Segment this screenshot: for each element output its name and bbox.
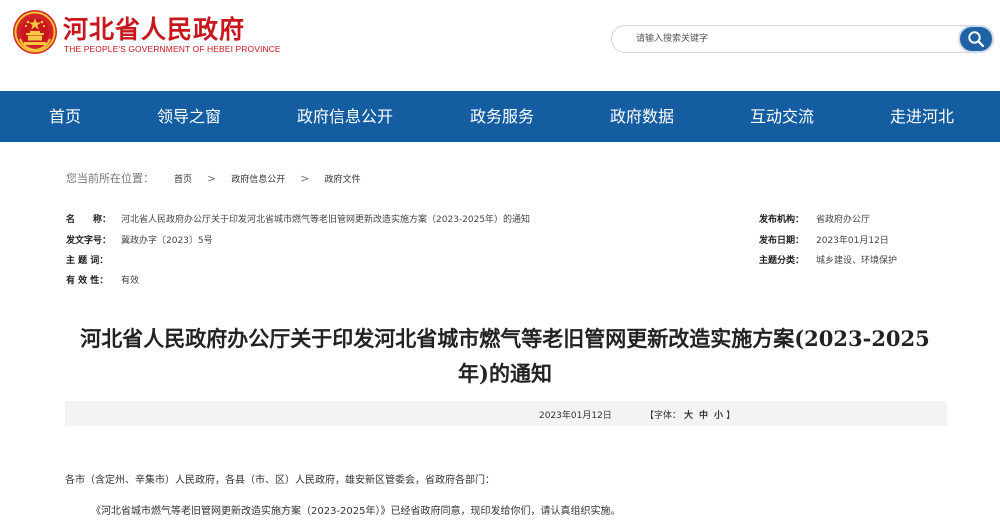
meta-category-row: 主题分类： 城乡建设、环境保护 — [759, 253, 897, 266]
meta-docno-row: 发文字号： 冀政办字〔2023〕5号 — [66, 233, 213, 246]
search-box — [611, 25, 994, 53]
article-paragraph-salutation: 各市（含定州、辛集市）人民政府，各县（市、区）人民政府，雄安新区管委会，省政府各… — [65, 475, 495, 486]
breadcrumb-label: 您当前所在位置： — [66, 172, 154, 185]
article-publish-date: 2023年01月12日 — [539, 411, 612, 421]
meta-docno-key: 发文字号： — [66, 236, 112, 246]
main-nav: 首页 领导之窗 政府信息公开 政务服务 政府数据 互动交流 走进河北 — [0, 91, 1000, 142]
meta-date-row: 发布日期： 2023年01月12日 — [759, 233, 889, 246]
meta-name-key: 名 称： — [66, 215, 112, 225]
site-logo-title[interactable]: 河北省人民政府 — [63, 10, 245, 46]
font-size-small-button[interactable]: 小 — [714, 411, 723, 421]
meta-docno-value: 冀政办字〔2023〕5号 — [121, 236, 213, 246]
breadcrumb-separator: > — [207, 171, 217, 185]
font-size-control: 【字体：大中小】 — [645, 408, 735, 421]
meta-name-value: 河北省人民政府办公厅关于印发河北省城市燃气等老旧管网更新改造实施方案（2023-… — [121, 215, 531, 225]
article-info-bar: 2023年01月12日 【字体：大中小】 — [65, 401, 947, 426]
article-title-line-2: 年)的通知 — [458, 361, 552, 386]
article-title: 河北省人民政府办公厅关于印发河北省城市燃气等老旧管网更新改造实施方案(2023-… — [70, 321, 940, 391]
search-icon — [968, 31, 985, 48]
breadcrumb: 您当前所在位置： 首页 > 政府信息公开 > 政府文件 — [66, 170, 360, 186]
font-size-medium-button[interactable]: 中 — [699, 411, 708, 421]
font-size-large-button[interactable]: 大 — [684, 411, 693, 421]
article-paragraph-1: 《河北省城市燃气等老旧管网更新改造实施方案（2023-2025年）》已经省政府同… — [91, 506, 621, 517]
site-header: 河北省人民政府 THE PEOPLE'S GOVERNMENT OF HEBEI… — [0, 0, 1000, 91]
meta-org-key: 发布机构： — [759, 215, 805, 225]
breadcrumb-home-link[interactable]: 首页 — [174, 172, 192, 185]
meta-subject-row: 主 题 词： — [66, 253, 121, 266]
meta-validity-row: 有 效 性： 有效 — [66, 273, 139, 286]
font-size-suffix: 】 — [726, 411, 736, 421]
meta-subject-key: 主 题 词： — [66, 256, 109, 266]
search-button[interactable] — [958, 25, 994, 53]
meta-org-row: 发布机构： 省政府办公厅 — [759, 212, 870, 225]
meta-name-row: 名 称： 河北省人民政府办公厅关于印发河北省城市燃气等老旧管网更新改造实施方案（2… — [66, 212, 530, 225]
meta-category-key: 主题分类： — [759, 256, 805, 266]
breadcrumb-gov-info-link[interactable]: 政府信息公开 — [231, 172, 285, 185]
nav-item-leaders[interactable]: 领导之窗 — [157, 91, 221, 142]
breadcrumb-gov-docs-link[interactable]: 政府文件 — [324, 172, 360, 185]
nav-item-interaction[interactable]: 互动交流 — [750, 91, 814, 142]
breadcrumb-separator: > — [300, 171, 310, 185]
nav-item-gov-info[interactable]: 政府信息公开 — [297, 91, 393, 142]
meta-validity-value: 有效 — [121, 276, 140, 286]
nav-item-data[interactable]: 政府数据 — [610, 91, 674, 142]
meta-category-value: 城乡建设、环境保护 — [816, 256, 898, 266]
meta-validity-key: 有 效 性： — [66, 276, 109, 286]
meta-date-key: 发布日期： — [759, 236, 805, 246]
national-emblem-icon[interactable] — [12, 9, 58, 55]
search-input[interactable] — [636, 31, 956, 47]
site-logo-subtitle: THE PEOPLE'S GOVERNMENT OF HEBEI PROVINC… — [64, 44, 281, 54]
article-title-line-1: 河北省人民政府办公厅关于印发河北省城市燃气等老旧管网更新改造实施方案(2023-… — [80, 326, 930, 351]
nav-item-services[interactable]: 政务服务 — [470, 91, 534, 142]
font-size-prefix: 【字体： — [645, 411, 682, 421]
nav-item-about-hebei[interactable]: 走进河北 — [890, 91, 954, 142]
nav-item-home[interactable]: 首页 — [49, 91, 81, 142]
meta-org-value: 省政府办公厅 — [816, 215, 871, 225]
meta-date-value: 2023年01月12日 — [816, 236, 889, 246]
